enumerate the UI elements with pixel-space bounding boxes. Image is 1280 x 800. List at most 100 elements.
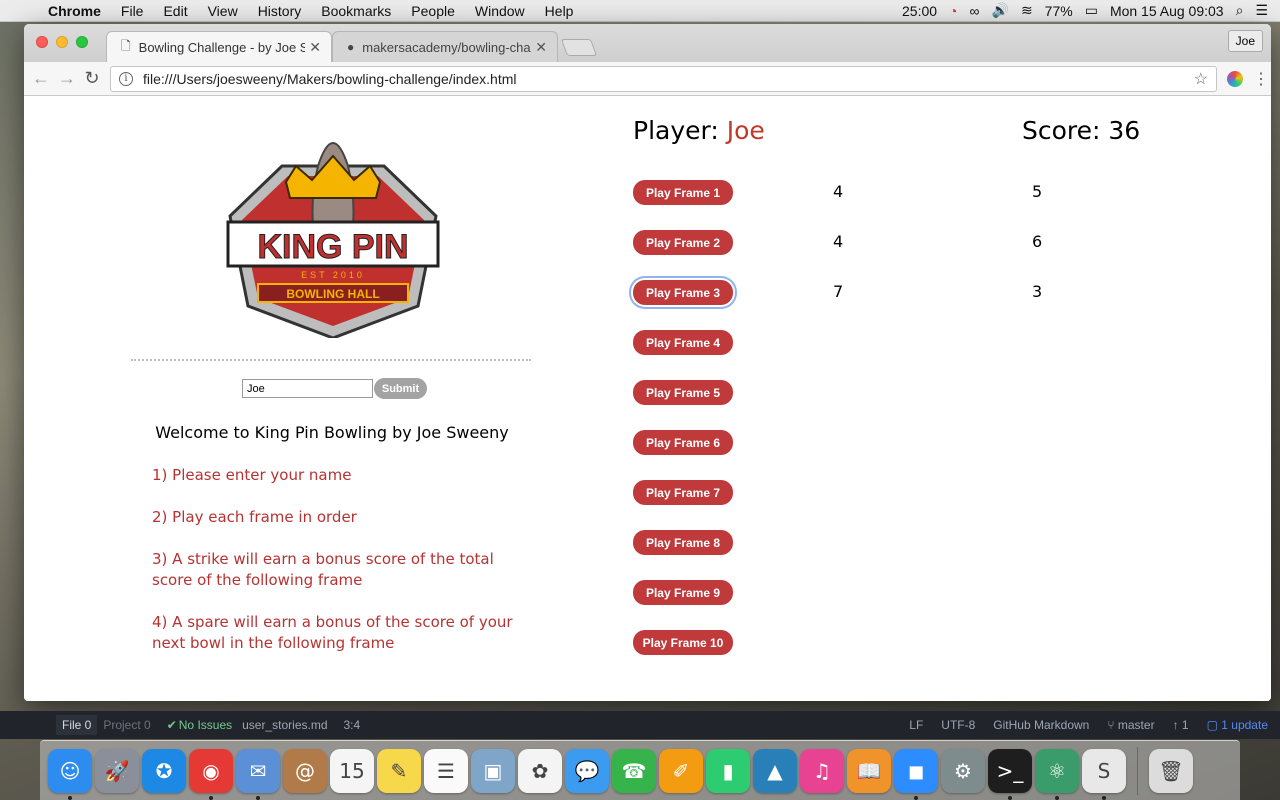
chrome-icon[interactable]: ◉ <box>189 748 233 800</box>
info-icon[interactable]: i <box>119 71 133 86</box>
keynote-icon[interactable]: ▲ <box>753 748 797 793</box>
dock: ☺ 🚀 ✪ ◉ ✉ @15 ✎ ☰ ▣ ✿ 💬 ☎ ✐ ▮ ▲ ♫ 📖 ◼ ⚙ >_ ⚛ S 🗑 <box>40 740 1240 800</box>
atom-icon[interactable]: ⚛ <box>1035 748 1079 800</box>
wifi-icon[interactable]: ≋ <box>1021 2 1033 19</box>
bookmark-star-icon[interactable]: ☆ <box>1194 69 1208 89</box>
menu-bookmarks[interactable]: Bookmarks <box>311 3 401 19</box>
back-icon[interactable]: ← <box>32 68 50 89</box>
play-frame-5-button[interactable]: Play Frame 5 <box>633 380 733 405</box>
notification-center-icon[interactable]: ☰ <box>1255 2 1268 19</box>
checkmark-icon: ✔ <box>166 718 177 732</box>
battery-percent[interactable]: 77% <box>1045 3 1073 19</box>
tab-bowling-challenge[interactable]: 🗋 Bowling Challenge - by Joe Sw ✕ <box>106 31 332 62</box>
reminders-icon[interactable]: ☰ <box>424 748 468 793</box>
system-preferences-icon[interactable]: ⚙ <box>941 748 985 793</box>
instruction-item: 4) A spare will earn a bonus of the scor… <box>152 613 513 652</box>
minimize-window-button[interactable] <box>56 36 68 48</box>
git-ahead[interactable]: ↑ 1 <box>1173 718 1189 732</box>
menu-view[interactable]: View <box>198 3 248 19</box>
close-window-button[interactable] <box>36 36 48 48</box>
menu-file[interactable]: File <box>111 3 154 19</box>
terminal-icon[interactable]: >_ <box>988 748 1032 800</box>
play-frame-8-button[interactable]: Play Frame 8 <box>633 530 733 555</box>
spotlight-icon[interactable]: ⌕ <box>1236 2 1244 19</box>
document-icon: 🗋 <box>121 38 131 53</box>
calendar-icon[interactable]: 15 <box>330 748 374 793</box>
instructions-list: 1) Please enter your name 2) Play each f… <box>152 465 537 675</box>
git-branch[interactable]: ⑂ master <box>1107 718 1154 732</box>
launchpad-icon[interactable]: 🚀 <box>95 748 139 793</box>
extension-icon[interactable] <box>1227 70 1243 87</box>
line-ending[interactable]: LF <box>909 718 923 732</box>
play-frame-6-button[interactable]: Play Frame 6 <box>633 430 733 455</box>
grammar[interactable]: GitHub Markdown <box>993 718 1089 732</box>
mail-icon[interactable]: ✉ <box>236 748 280 800</box>
play-frame-3-button[interactable]: Play Frame 3 <box>633 280 733 305</box>
frame-roll-1: 7 <box>833 282 844 301</box>
update-notice[interactable]: ▢ 1 update <box>1207 718 1268 732</box>
tab-github[interactable]: ● makersacademy/bowling-challe ✕ <box>332 31 558 62</box>
project-tab[interactable]: Project 0 <box>97 715 156 735</box>
battery-icon[interactable]: ▭ <box>1085 2 1098 19</box>
messages-icon[interactable]: 💬 <box>565 748 609 793</box>
photos-icon[interactable]: ✿ <box>518 748 562 793</box>
player-label: Player: <box>633 116 719 145</box>
name-input[interactable] <box>242 379 373 398</box>
play-frame-10-button[interactable]: Play Frame 10 <box>633 630 733 655</box>
facetime-icon[interactable]: ☎ <box>612 748 656 793</box>
new-tab-button[interactable] <box>560 39 598 56</box>
contacts-icon[interactable]: @ <box>283 748 327 793</box>
frames-list: Play Frame 1 4 5 Play Frame 2 4 6 Play F… <box>633 179 1233 679</box>
url-text[interactable]: file:///Users/joesweeny/Makers/bowling-c… <box>143 71 1194 87</box>
finder-icon[interactable]: ☺ <box>48 748 92 800</box>
close-tab-icon[interactable]: ✕ <box>309 39 321 56</box>
clock[interactable]: Mon 15 Aug 09:03 <box>1110 3 1224 19</box>
browser-window: 🗋 Bowling Challenge - by Joe Sw ✕ ● make… <box>24 24 1271 701</box>
preview-icon[interactable]: ▣ <box>471 748 515 793</box>
infinity-icon[interactable]: ∞ <box>970 3 980 19</box>
forward-icon[interactable]: → <box>58 68 76 89</box>
file-tab[interactable]: File 0 <box>56 715 98 735</box>
numbers-icon[interactable]: ▮ <box>706 748 750 793</box>
menu-history[interactable]: History <box>248 3 312 19</box>
notes-icon[interactable]: ✎ <box>377 748 421 793</box>
submit-button[interactable]: Submit <box>374 378 427 399</box>
current-filename[interactable]: user_stories.md <box>242 718 327 732</box>
play-frame-2-button[interactable]: Play Frame 2 <box>633 230 733 255</box>
play-frame-7-button[interactable]: Play Frame 7 <box>633 480 733 505</box>
address-bar[interactable]: i file:///Users/joesweeny/Makers/bowling… <box>110 65 1217 92</box>
pomodoro-timer[interactable]: 25:00 <box>902 3 937 19</box>
play-frame-4-button[interactable]: Play Frame 4 <box>633 330 733 355</box>
tomato-icon[interactable]: ◔ <box>949 3 957 19</box>
safari-icon[interactable]: ✪ <box>142 748 186 793</box>
close-tab-icon[interactable]: ✕ <box>535 39 547 56</box>
page-content: KING PIN EST 2010 BOWLING HALL Submit We… <box>24 96 1271 701</box>
itunes-icon[interactable]: ♫ <box>800 748 844 793</box>
ibooks-icon[interactable]: 📖 <box>847 748 891 793</box>
cursor-position[interactable]: 3:4 <box>344 718 361 732</box>
volume-icon[interactable]: 🔊 <box>992 2 1009 19</box>
menu-app-name[interactable]: Chrome <box>38 3 111 19</box>
frame-row: Play Frame 2 4 6 <box>633 229 1233 279</box>
menu-help[interactable]: Help <box>535 3 584 19</box>
divider <box>131 359 531 361</box>
menu-kebab-icon[interactable]: ⋮ <box>1253 69 1269 89</box>
trash-icon[interactable]: 🗑 <box>1149 748 1193 793</box>
slack-icon[interactable]: S <box>1082 748 1126 800</box>
logo-subtitle: BOWLING HALL <box>286 287 379 301</box>
linter-status[interactable]: No Issues <box>179 718 232 732</box>
branch-icon: ⑂ <box>1107 718 1118 732</box>
profile-button[interactable]: Joe <box>1227 30 1263 52</box>
reload-icon[interactable]: ↻ <box>84 68 100 89</box>
zoom-icon[interactable]: ◼ <box>894 748 938 800</box>
play-frame-1-button[interactable]: Play Frame 1 <box>633 180 733 205</box>
package-icon: ▢ <box>1206 718 1222 732</box>
play-frame-9-button[interactable]: Play Frame 9 <box>633 580 733 605</box>
frame-roll-2: 3 <box>1032 282 1043 301</box>
menu-window[interactable]: Window <box>465 3 535 19</box>
pages-icon[interactable]: ✐ <box>659 748 703 793</box>
zoom-window-button[interactable] <box>76 36 88 48</box>
encoding[interactable]: UTF-8 <box>941 718 975 732</box>
menu-edit[interactable]: Edit <box>153 3 197 19</box>
menu-people[interactable]: People <box>401 3 465 19</box>
